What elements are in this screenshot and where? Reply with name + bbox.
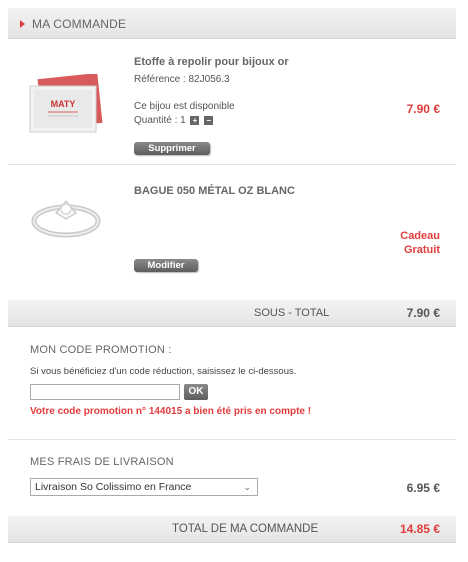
minus-icon[interactable]: − (204, 115, 214, 125)
product-image-polishing-cloth[interactable]: MATY (26, 73, 104, 138)
shipping-amount: 6.95 € (406, 481, 440, 495)
product-image-ring[interactable] (30, 187, 102, 243)
shipping-select[interactable]: Livraison So Colissimo en France ⌄ (30, 478, 258, 496)
promo-instructions: Si vous bénéficiez d'un code réduction, … (30, 366, 297, 377)
total-bar: TOTAL DE MA COMMANDE 14.85 € (8, 516, 456, 543)
product-name[interactable]: Etoffe à repolir pour bijoux or (134, 56, 289, 68)
availability-status: Ce bijou est disponible (134, 101, 235, 112)
promo-code-input[interactable] (30, 384, 180, 400)
section-divider (8, 439, 456, 440)
order-title: MA COMMANDE (32, 17, 127, 31)
chevron-down-icon: ⌄ (243, 482, 251, 492)
quantity-label: Quantité : 1 (134, 115, 186, 126)
plus-icon[interactable]: + (190, 115, 200, 125)
item-price: 7.90 € (406, 102, 440, 116)
free-label: Gratuit (403, 244, 440, 256)
order-panel: MA COMMANDE MATY Etoffe à repolir pour b… (8, 8, 456, 543)
item-price-gift: Cadeau Gratuit (400, 229, 440, 257)
subtotal-label: SOUS - TOTAL (254, 307, 330, 319)
order-header: MA COMMANDE (8, 8, 456, 39)
promo-ok-button[interactable]: OK (184, 384, 208, 400)
shipping-selected-option: Livraison So Colissimo en France (35, 481, 192, 493)
ring-image (31, 200, 101, 238)
modify-item-button[interactable]: Modifier (134, 259, 198, 272)
maty-logo: MATY (51, 99, 76, 109)
subtotal-amount: 7.90 € (406, 306, 440, 320)
subtotal-bar: SOUS - TOTAL 7.90 € (8, 300, 456, 327)
quantity-row: Quantité : 1 + − (134, 115, 214, 126)
promo-title: MON CODE PROMOTION : (30, 344, 172, 356)
triangle-bullet-icon (20, 20, 25, 28)
shipping-title: MES FRAIS DE LIVRAISON (30, 456, 174, 468)
total-amount: 14.85 € (399, 522, 440, 536)
total-label: TOTAL DE MA COMMANDE (172, 523, 319, 535)
cart-item: MATY Etoffe à repolir pour bijoux or Réf… (8, 38, 456, 164)
promo-confirmation: Votre code promotion n° 144015 a bien ét… (30, 406, 312, 417)
cart-item: BAGUE 050 MÉTAL OZ BLANC Cadeau Gratuit … (8, 165, 456, 291)
remove-item-button[interactable]: Supprimer (134, 142, 210, 155)
product-name[interactable]: BAGUE 050 MÉTAL OZ BLANC (134, 185, 295, 197)
gift-label: Cadeau (400, 230, 440, 242)
product-reference: Référence : 82J056.3 (134, 74, 230, 85)
polishing-cloth-image: MATY (29, 73, 103, 133)
